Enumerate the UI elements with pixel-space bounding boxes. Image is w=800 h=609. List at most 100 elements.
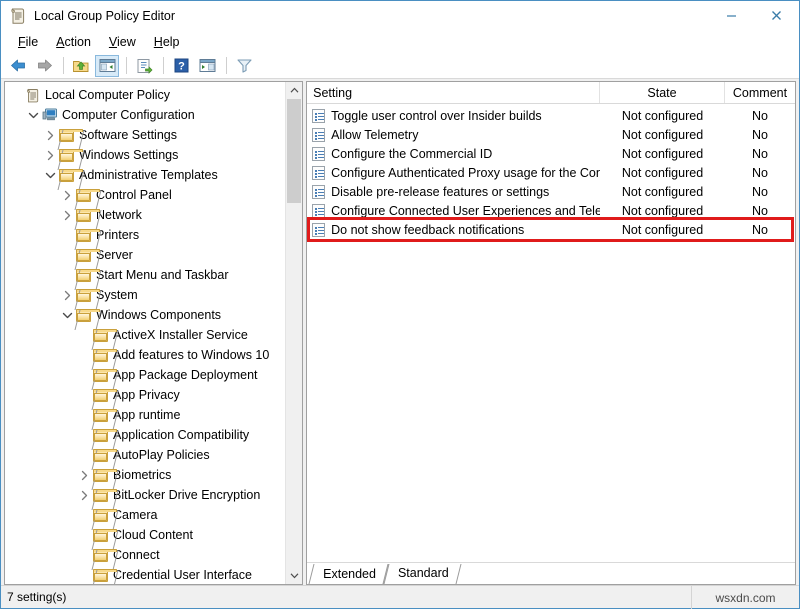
tree-vertical-scrollbar[interactable] bbox=[285, 82, 302, 584]
settings-row-comment-cell: No bbox=[725, 204, 795, 218]
settings-row[interactable]: Allow TelemetryNot configuredNo bbox=[307, 125, 795, 144]
show-hide-console-tree-icon[interactable] bbox=[95, 55, 119, 77]
tree-item-printers[interactable]: Printers bbox=[5, 225, 285, 245]
folder-icon bbox=[92, 487, 109, 503]
folder-icon bbox=[92, 527, 109, 543]
tree-item-label: Printers bbox=[96, 227, 139, 243]
back-icon[interactable] bbox=[6, 55, 30, 77]
folder-icon bbox=[58, 147, 75, 163]
column-header-setting[interactable]: Setting bbox=[307, 82, 600, 103]
filter-icon[interactable] bbox=[232, 55, 256, 77]
status-setting-count: 7 setting(s) bbox=[1, 590, 66, 604]
console-tree-pane: Local Computer PolicyComputer Configurat… bbox=[4, 81, 303, 585]
menu-view[interactable]: View bbox=[100, 33, 145, 51]
chevron-right-icon[interactable] bbox=[43, 127, 58, 143]
tree-item-label: Application Compatibility bbox=[113, 427, 249, 443]
export-list-icon[interactable] bbox=[132, 55, 156, 77]
chevron-right-icon[interactable] bbox=[60, 207, 75, 223]
show-hide-action-pane-icon[interactable] bbox=[195, 55, 219, 77]
tree-item-server[interactable]: Server bbox=[5, 245, 285, 265]
tree-item-app-privacy[interactable]: App Privacy bbox=[5, 385, 285, 405]
folder-icon bbox=[92, 447, 109, 463]
tree-item-autoplay-policies[interactable]: AutoPlay Policies bbox=[5, 445, 285, 465]
scroll-down-button[interactable] bbox=[286, 567, 302, 584]
toolbar: ? bbox=[1, 53, 799, 79]
tree-item-activex-installer-service[interactable]: ActiveX Installer Service bbox=[5, 325, 285, 345]
toolbar-separator bbox=[163, 57, 164, 74]
chevron-down-icon[interactable] bbox=[60, 307, 75, 323]
policy-setting-icon bbox=[312, 128, 325, 142]
main-body: Local Computer PolicyComputer Configurat… bbox=[1, 79, 799, 585]
tree-item-biometrics[interactable]: Biometrics bbox=[5, 465, 285, 485]
chevron-placeholder bbox=[77, 547, 92, 563]
settings-row[interactable]: Configure the Commercial IDNot configure… bbox=[307, 144, 795, 163]
forward-icon[interactable] bbox=[32, 55, 56, 77]
tree-item-label: App Package Deployment bbox=[113, 367, 258, 383]
tree-item-network[interactable]: Network bbox=[5, 205, 285, 225]
chevron-placeholder bbox=[77, 367, 92, 383]
tree-item-local-computer-policy[interactable]: Local Computer Policy bbox=[5, 85, 285, 105]
close-button[interactable] bbox=[754, 1, 799, 30]
menu-help[interactable]: Help bbox=[145, 33, 189, 51]
tree-item-bitlocker-drive-encryption[interactable]: BitLocker Drive Encryption bbox=[5, 485, 285, 505]
scroll-track[interactable] bbox=[286, 99, 302, 567]
tree-item-credential-user-interface[interactable]: Credential User Interface bbox=[5, 565, 285, 584]
tree-item-windows-components[interactable]: Windows Components bbox=[5, 305, 285, 325]
chevron-down-icon[interactable] bbox=[43, 167, 58, 183]
settings-row-setting-cell: Toggle user control over Insider builds bbox=[307, 109, 600, 123]
chevron-placeholder bbox=[60, 227, 75, 243]
tree-item-start-menu-and-taskbar[interactable]: Start Menu and Taskbar bbox=[5, 265, 285, 285]
watermark-label: wsxdn.com bbox=[691, 586, 799, 609]
help-icon[interactable]: ? bbox=[169, 55, 193, 77]
menu-action-label: ction bbox=[65, 35, 91, 49]
scroll-up-button[interactable] bbox=[286, 82, 302, 99]
chevron-down-icon[interactable] bbox=[26, 107, 41, 123]
tree-item-app-package-deployment[interactable]: App Package Deployment bbox=[5, 365, 285, 385]
tree-item-add-features-to-windows-10[interactable]: Add features to Windows 10 bbox=[5, 345, 285, 365]
folder-icon bbox=[75, 287, 92, 303]
folder-icon bbox=[75, 207, 92, 223]
settings-row[interactable]: Disable pre-release features or settings… bbox=[307, 182, 795, 201]
tab-standard-label: Standard bbox=[398, 566, 449, 580]
chevron-right-icon[interactable] bbox=[60, 287, 75, 303]
minimize-button[interactable] bbox=[709, 1, 754, 30]
menu-file[interactable]: File bbox=[9, 33, 47, 51]
tree-item-application-compatibility[interactable]: Application Compatibility bbox=[5, 425, 285, 445]
column-header-comment[interactable]: Comment bbox=[725, 82, 795, 103]
tree-item-control-panel[interactable]: Control Panel bbox=[5, 185, 285, 205]
tree-item-label: AutoPlay Policies bbox=[113, 447, 210, 463]
chevron-right-icon[interactable] bbox=[60, 187, 75, 203]
settings-row[interactable]: Do not show feedback notificationsNot co… bbox=[307, 220, 795, 239]
tree-item-connect[interactable]: Connect bbox=[5, 545, 285, 565]
settings-row-state-cell: Not configured bbox=[600, 223, 725, 237]
tree-item-camera[interactable]: Camera bbox=[5, 505, 285, 525]
tree-item-windows-settings[interactable]: Windows Settings bbox=[5, 145, 285, 165]
column-header-comment-label: Comment bbox=[733, 86, 787, 100]
chevron-placeholder bbox=[60, 267, 75, 283]
tree-item-label: Biometrics bbox=[113, 467, 171, 483]
tree-item-software-settings[interactable]: Software Settings bbox=[5, 125, 285, 145]
chevron-right-icon[interactable] bbox=[77, 467, 92, 483]
settings-row-state-cell: Not configured bbox=[600, 185, 725, 199]
settings-row[interactable]: Toggle user control over Insider buildsN… bbox=[307, 106, 795, 125]
menu-action[interactable]: Action bbox=[47, 33, 100, 51]
chevron-right-icon[interactable] bbox=[43, 147, 58, 163]
scroll-thumb[interactable] bbox=[287, 99, 301, 203]
settings-row[interactable]: Configure Authenticated Proxy usage for … bbox=[307, 163, 795, 182]
tab-standard[interactable]: Standard bbox=[386, 564, 459, 584]
policy-setting-icon bbox=[312, 109, 325, 123]
tree-scroll-area: Local Computer PolicyComputer Configurat… bbox=[5, 82, 302, 584]
tree-item-cloud-content[interactable]: Cloud Content bbox=[5, 525, 285, 545]
chevron-right-icon[interactable] bbox=[77, 487, 92, 503]
window-controls bbox=[709, 1, 799, 30]
policy-setting-icon bbox=[312, 185, 325, 199]
settings-row[interactable]: Configure Connected User Experiences and… bbox=[307, 201, 795, 220]
tree-item-administrative-templates[interactable]: Administrative Templates bbox=[5, 165, 285, 185]
tree-item-system[interactable]: System bbox=[5, 285, 285, 305]
tree-item-computer-configuration[interactable]: Computer Configuration bbox=[5, 105, 285, 125]
column-header-state[interactable]: State bbox=[600, 82, 725, 103]
folder-icon bbox=[92, 347, 109, 363]
tab-extended[interactable]: Extended bbox=[311, 564, 386, 584]
up-one-level-icon[interactable] bbox=[69, 55, 93, 77]
tree-item-app-runtime[interactable]: App runtime bbox=[5, 405, 285, 425]
